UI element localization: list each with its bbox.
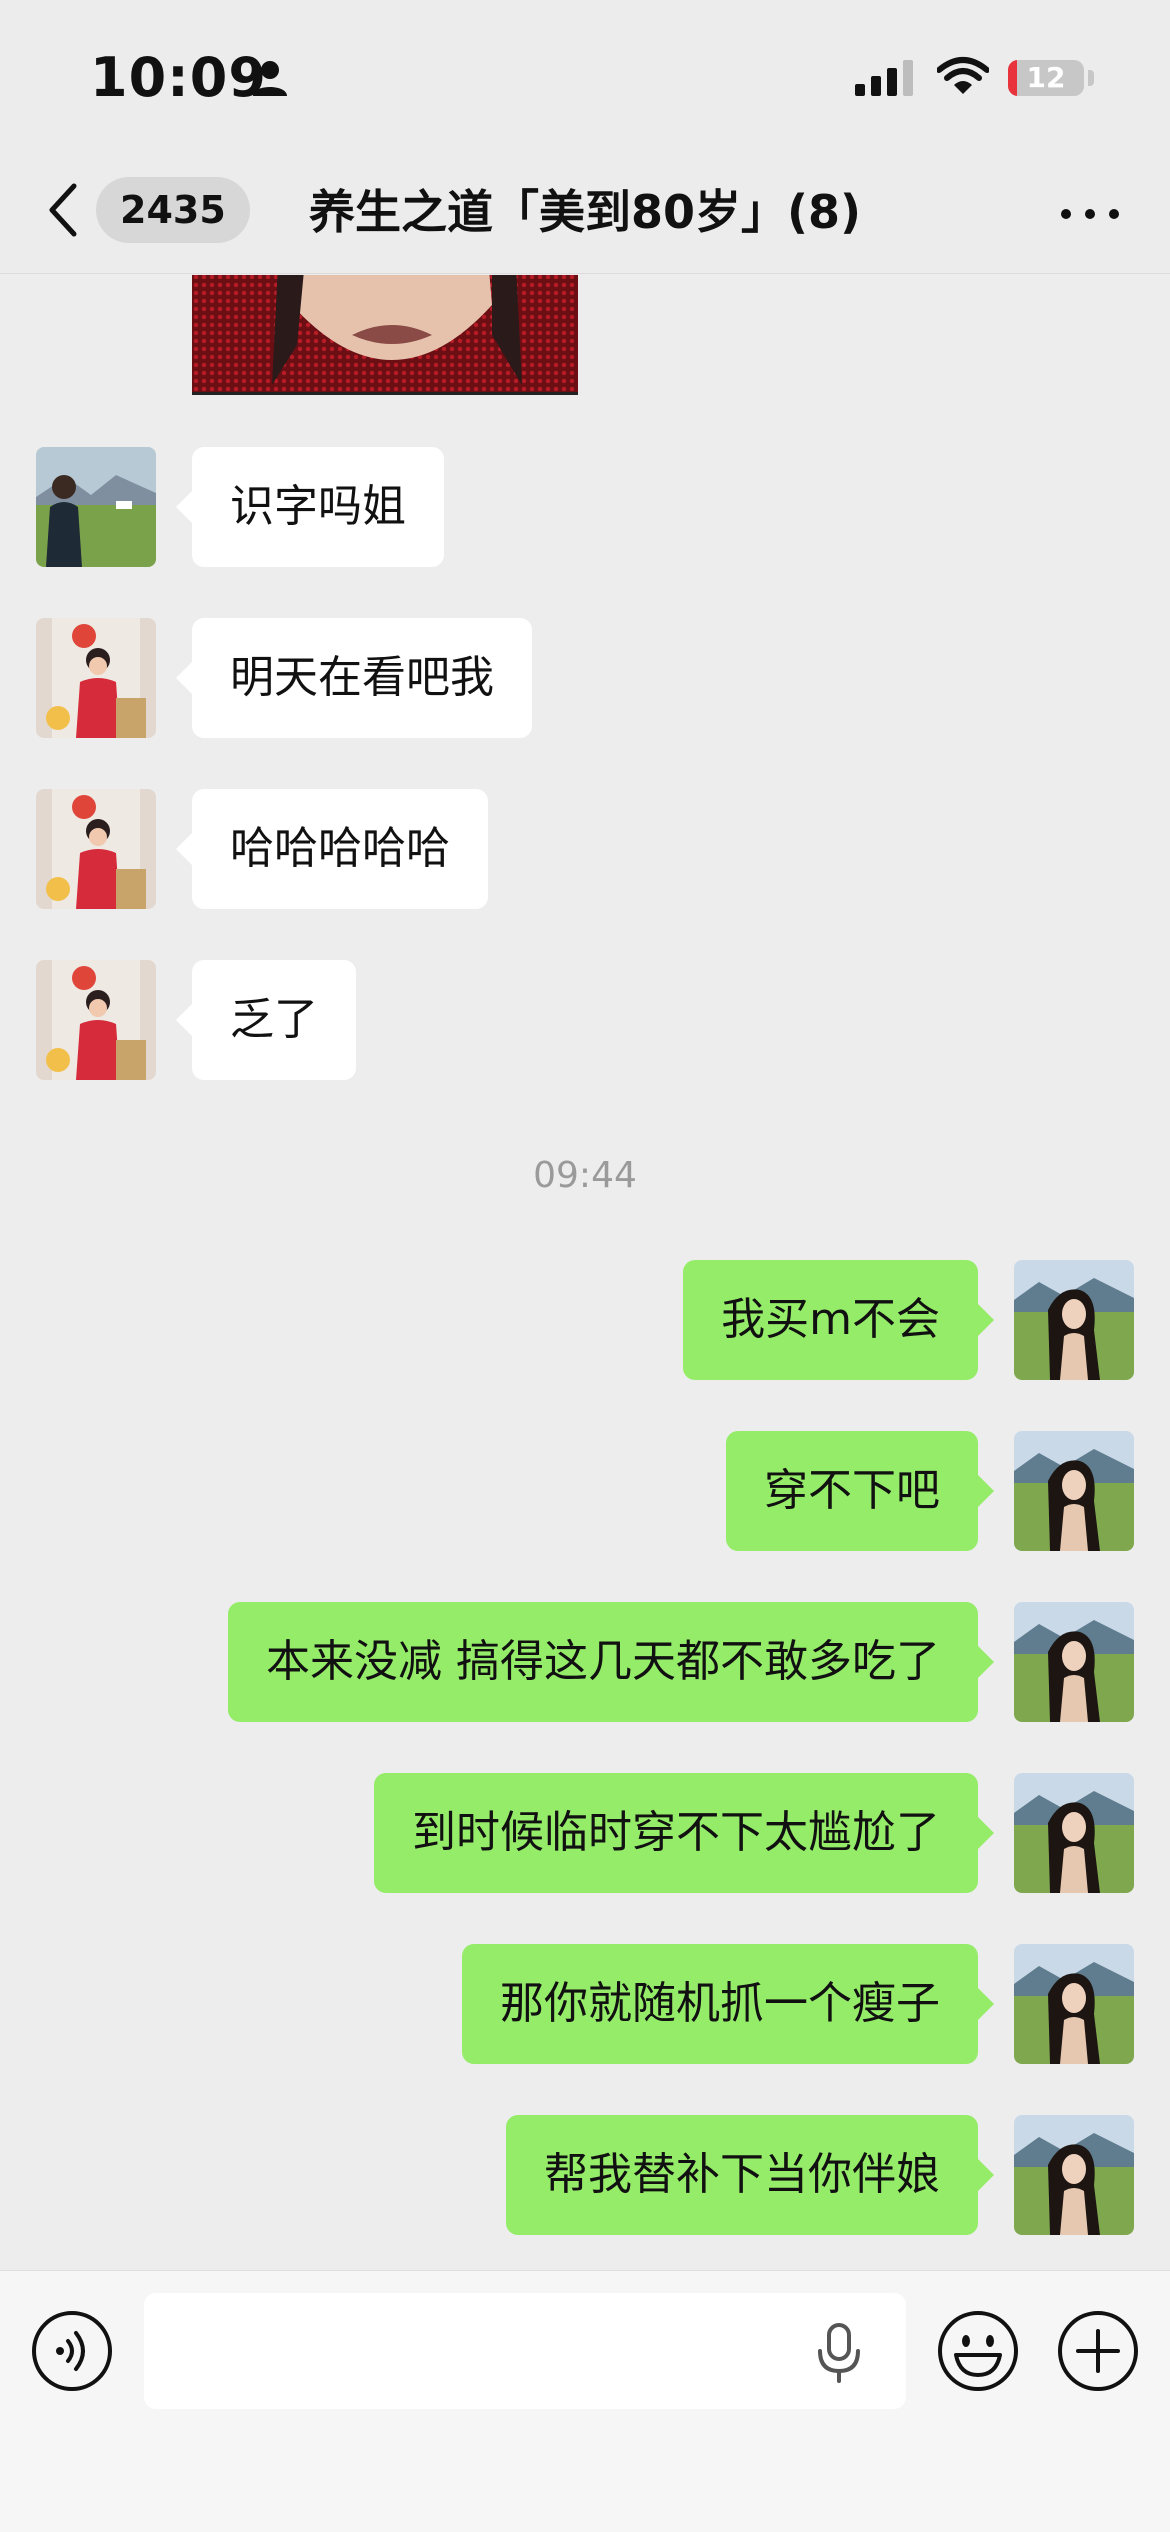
self-avatar[interactable] — [1014, 1260, 1134, 1380]
avatar[interactable] — [36, 447, 156, 567]
person-icon — [253, 61, 287, 96]
avatar-self-meadow-icon — [1014, 2115, 1134, 2235]
image-message[interactable] — [192, 275, 578, 395]
status-time: 10:09 — [90, 46, 267, 109]
chat-title: 养生之道「美到80岁」(8) — [308, 185, 862, 239]
avatar-self-meadow-icon — [1014, 1773, 1134, 1893]
incoming-message-bubble[interactable]: 哈哈哈哈哈 — [176, 789, 488, 909]
outgoing-message-bubble[interactable]: 本来没减 搞得这几天都不敢多吃了 — [228, 1602, 994, 1722]
voice-icon[interactable] — [30, 2309, 114, 2393]
message-input[interactable] — [144, 2293, 906, 2409]
self-avatar[interactable] — [1014, 1602, 1134, 1722]
input-bar — [0, 2270, 1170, 2532]
signal-icon — [855, 60, 913, 96]
photo-thumbnail — [192, 275, 578, 392]
incoming-message-bubble[interactable]: 明天在看吧我 — [176, 618, 532, 738]
avatar-self-meadow-icon — [1014, 1602, 1134, 1722]
outgoing-message-bubble[interactable]: 那你就随机抓一个瘦子 — [462, 1944, 994, 2064]
battery-cap — [1088, 70, 1094, 86]
status-bar: 10:09 12 — [0, 0, 1170, 150]
message-timestamp: 09:44 — [533, 1155, 637, 1196]
avatar-woman-field-icon — [36, 447, 156, 567]
avatar[interactable] — [36, 618, 156, 738]
battery-level-text: 12 — [1026, 61, 1066, 94]
self-avatar[interactable] — [1014, 1944, 1134, 2064]
avatar-self-meadow-icon — [1014, 1431, 1134, 1551]
wifi-icon — [937, 57, 989, 94]
more-dots-icon[interactable] — [1058, 206, 1122, 222]
self-avatar[interactable] — [1014, 1431, 1134, 1551]
avatar-self-meadow-icon — [1014, 1260, 1134, 1380]
chevron-left-icon[interactable] — [44, 178, 84, 242]
outgoing-message-bubble[interactable]: 穿不下吧 — [726, 1431, 994, 1551]
outgoing-message-bubble[interactable]: 到时候临时穿不下太尴尬了 — [374, 1773, 994, 1893]
self-avatar[interactable] — [1014, 1773, 1134, 1893]
avatar[interactable] — [36, 960, 156, 1080]
message-list[interactable]: 识字吗姐 明天在看吧我 哈哈哈哈哈 乏了 09:44 我买m不会 穿不下吧 本来… — [0, 275, 1170, 2270]
avatar-girl-red-flower-icon — [36, 618, 156, 738]
battery-indicator: 12 — [1008, 60, 1084, 96]
incoming-message-bubble[interactable]: 乏了 — [176, 960, 356, 1080]
unread-count-badge[interactable]: 2435 — [96, 177, 250, 243]
plus-icon[interactable] — [1056, 2309, 1140, 2393]
outgoing-message-bubble[interactable]: 我买m不会 — [683, 1260, 994, 1380]
chat-header: 2435 养生之道「美到80岁」(8) — [0, 150, 1170, 274]
avatar-self-meadow-icon — [1014, 1944, 1134, 2064]
avatar-girl-red-flower-icon — [36, 960, 156, 1080]
incoming-message-bubble[interactable]: 识字吗姐 — [176, 447, 444, 567]
emoji-icon[interactable] — [936, 2309, 1020, 2393]
avatar[interactable] — [36, 789, 156, 909]
avatar-girl-red-flower-icon — [36, 789, 156, 909]
self-avatar[interactable] — [1014, 2115, 1134, 2235]
mic-icon[interactable] — [812, 2323, 866, 2383]
outgoing-message-bubble[interactable]: 帮我替补下当你伴娘 — [506, 2115, 994, 2235]
